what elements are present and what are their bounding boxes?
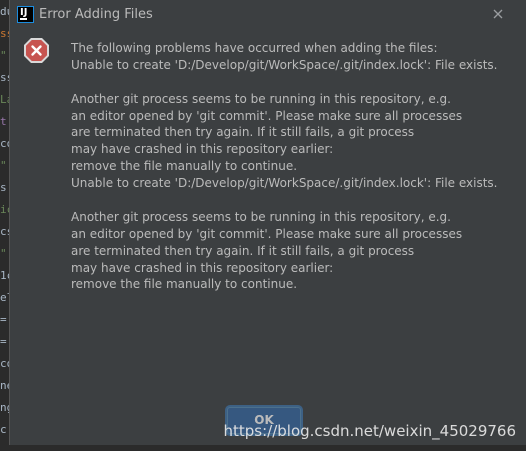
editor-text-fragment: " [0,49,7,62]
message-line: The following problems have occurred whe… [71,41,438,55]
editor-text-fragment: cs [0,225,9,238]
dialog-title: Error Adding Files [39,7,153,22]
editor-text-fragment: du [0,5,9,18]
editor-text-fragment: 1c [0,269,9,282]
editor-text-fragment: c [0,423,7,436]
message-line: remove the file manually to continue. [71,277,298,292]
message-line: are terminated then try again. If it sti… [71,243,415,258]
editor-text-fragment: ng [0,401,9,414]
error-message: The following problems have occurred whe… [71,40,511,293]
message-line: an editor opened by 'git commit'. Please… [71,226,463,241]
message-line: are terminated then try again. If it sti… [71,125,415,140]
message-line [71,74,511,91]
editor-text-fragment: ss [0,27,9,40]
message-line: remove the file manually to continue. [71,159,298,174]
watermark-url: https://blog.csdn.net/weixin_45029766 [223,422,516,440]
message-line: an editor opened by 'git commit'. Please… [71,108,463,123]
background-editor: du ss " ss La t co " s ic cs " 1c el = = co ne ng c [0,0,9,451]
message-line: Unable to create 'D:/Develop/git/WorkSpa… [71,176,498,191]
dialog-titlebar[interactable]: IJ Error Adding Files [10,0,526,30]
intellij-idea-icon: IJ [17,6,34,23]
error-dialog: IJ Error Adding Files The following prob… [9,0,526,445]
message-line: may have crashed in this repository earl… [71,142,334,157]
editor-text-fragment: s [0,181,7,194]
editor-text-fragment: el [0,291,9,304]
editor-text-fragment: t [0,115,7,128]
editor-text-fragment: ne [0,379,9,392]
editor-text-fragment: = [0,313,7,326]
editor-text-fragment: ss [0,71,9,84]
message-line: may have crashed in this repository earl… [71,260,334,275]
editor-text-fragment: " [0,159,7,172]
editor-text-fragment: ic [0,203,9,216]
editor-text-fragment: co [0,357,9,370]
close-icon[interactable] [490,6,506,22]
message-line: Unable to create 'D:/Develop/git/WorkSpa… [71,57,498,72]
message-line: Another git process seems to be running … [71,91,451,106]
error-x-icon [23,37,50,64]
editor-text-fragment: co [0,137,9,150]
message-line: Another git process seems to be running … [71,209,451,224]
editor-text-fragment: La [0,93,9,106]
editor-text-fragment: = [0,335,7,348]
editor-text-fragment: " [0,247,7,260]
message-line [71,192,511,209]
